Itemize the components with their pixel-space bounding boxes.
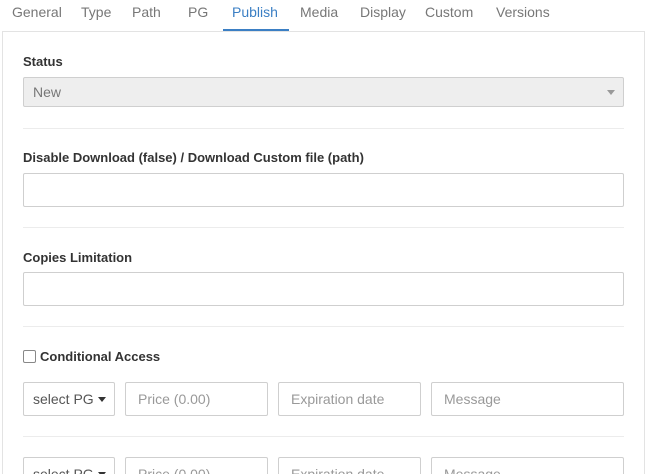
tab-media[interactable]: Media: [300, 0, 338, 31]
status-value: New: [33, 84, 62, 100]
status-label: Status: [23, 54, 63, 69]
divider: [23, 227, 624, 228]
divider: [23, 326, 624, 327]
tab-path[interactable]: Path: [132, 0, 161, 31]
caret-down-icon: [607, 90, 615, 95]
caret-down-icon: [98, 397, 106, 402]
pg-select-value: select PG: [33, 466, 94, 474]
tab-publish[interactable]: Publish: [232, 0, 278, 31]
disable-download-input[interactable]: [23, 173, 624, 207]
disable-download-label: Disable Download (false) / Download Cust…: [23, 150, 364, 165]
tab-display[interactable]: Display: [360, 0, 406, 31]
divider: [23, 128, 624, 129]
copies-limitation-input[interactable]: [23, 272, 624, 306]
copies-limitation-label: Copies Limitation: [23, 250, 133, 265]
tab-pg[interactable]: PG: [188, 0, 208, 31]
tab-bar: General Type Path PG Publish Media Displ…: [0, 0, 649, 32]
expiration-date-input[interactable]: [278, 382, 421, 416]
pg-select[interactable]: select PG: [23, 382, 115, 416]
conditional-access-checkbox[interactable]: [23, 350, 36, 363]
price-input[interactable]: [125, 457, 268, 474]
message-input[interactable]: [431, 457, 624, 474]
tab-custom[interactable]: Custom: [425, 0, 473, 31]
expiration-date-input[interactable]: [278, 457, 421, 474]
message-input[interactable]: [431, 382, 624, 416]
tab-type[interactable]: Type: [81, 0, 111, 31]
tab-general[interactable]: General: [12, 0, 62, 31]
pg-select-value: select PG: [33, 391, 94, 407]
pg-select[interactable]: select PG: [23, 457, 115, 474]
conditional-access-label: Conditional Access: [40, 349, 161, 364]
status-select: New: [23, 77, 624, 107]
divider: [23, 436, 624, 437]
tab-versions[interactable]: Versions: [496, 0, 550, 31]
price-input[interactable]: [125, 382, 268, 416]
